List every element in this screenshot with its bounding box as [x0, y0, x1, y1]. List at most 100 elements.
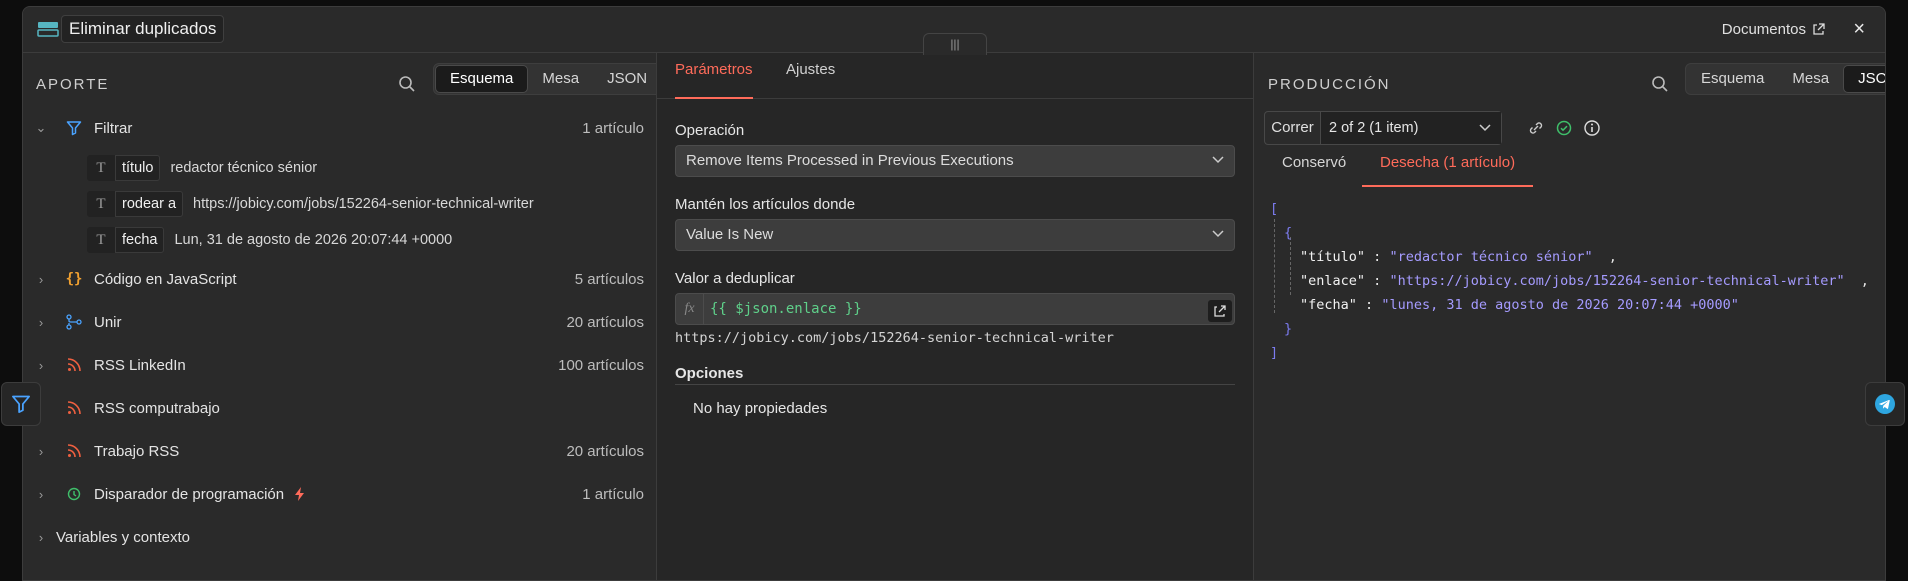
node-title[interactable]: Eliminar duplicados [61, 15, 225, 43]
tree-node-schedule-trigger[interactable]: › Disparador de programación 1 artículo [23, 477, 656, 511]
tree-node-label: RSS computrabajo [94, 399, 220, 417]
filter-side-button[interactable] [1, 382, 41, 426]
item-count: 5 artículos [574, 270, 644, 288]
view-json-button[interactable]: JSON [1843, 65, 1885, 93]
json-guide [1274, 219, 1275, 313]
code-braces-icon: {} [65, 271, 83, 287]
field-name[interactable]: rodear a [115, 191, 184, 217]
output-panel: PRODUCCIÓN Esquema Mesa JSON Correr 2 of… [1254, 53, 1885, 580]
chevron-right-icon[interactable]: › [35, 315, 47, 330]
tree-node-label: Disparador de programación [94, 486, 306, 503]
view-table-button[interactable]: Mesa [1778, 65, 1843, 93]
field-value: https://jobicy.com/jobs/152264-senior-te… [193, 196, 534, 212]
run-value: 2 of 2 (1 item) [1329, 120, 1419, 136]
schema-field[interactable]: T título redactor técnico sénior [87, 153, 317, 183]
tab-settings[interactable]: Ajustes [786, 53, 835, 99]
params-tabs: Parámetros Ajustes [657, 53, 1253, 99]
schema-field[interactable]: T rodear a https://jobicy.com/jobs/15226… [87, 189, 534, 219]
docs-link[interactable]: Documentos [1722, 21, 1825, 38]
tree-node-unir[interactable]: › Unir 20 artículos [23, 305, 656, 339]
chevron-right-icon[interactable]: › [35, 272, 47, 287]
external-link-icon [1813, 23, 1825, 35]
text-type-icon: T [87, 227, 115, 253]
chevron-down-icon [1212, 230, 1224, 238]
search-icon[interactable] [398, 75, 416, 93]
tree-node-trabajo-rss[interactable]: › Trabajo RSS 20 artículos [23, 434, 656, 468]
input-view-toggle: Esquema Mesa JSON [433, 63, 664, 95]
item-count: 20 artículos [566, 442, 644, 460]
operation-select[interactable]: Remove Items Processed in Previous Execu… [675, 145, 1235, 177]
tree-node-label-text: Disparador de programación [94, 485, 285, 503]
run-selector[interactable]: Correr 2 of 2 (1 item) [1264, 111, 1502, 145]
remove-duplicates-icon [37, 22, 59, 37]
success-check-icon [1556, 120, 1572, 136]
dedupe-value-label: Valor a deduplicar [675, 270, 795, 287]
search-icon[interactable] [1651, 75, 1669, 93]
text-type-icon: T [87, 191, 115, 217]
tab-discarded[interactable]: Desecha (1 artículo) [1362, 151, 1534, 187]
json-close-brace: } [1284, 321, 1293, 337]
json-key: "título" [1300, 249, 1366, 265]
tree-node-label: Variables y contexto [56, 528, 190, 546]
item-count: 100 artículos [558, 356, 644, 374]
chevron-right-icon[interactable]: › [35, 358, 47, 373]
tree-node-rss-linkedin[interactable]: › RSS LinkedIn 100 artículos [23, 348, 656, 382]
json-open-brace: { [1284, 225, 1293, 241]
view-table-button[interactable]: Mesa [528, 65, 593, 93]
tree-node-variables[interactable]: › Variables y contexto [23, 520, 656, 554]
divider [675, 384, 1235, 385]
keep-items-select[interactable]: Value Is New [675, 219, 1235, 251]
rss-icon [61, 352, 87, 378]
open-expression-editor-button[interactable] [1208, 300, 1232, 322]
json-line: "fecha" : "lunes, 31 de agosto de 2026 2… [1300, 295, 1739, 315]
chevron-down-icon [1479, 124, 1491, 132]
dedupe-expression-field[interactable]: fx {{ $json.enlace }} [675, 293, 1235, 325]
field-name[interactable]: título [115, 155, 161, 181]
filter-icon [61, 115, 87, 141]
json-colon: : [1373, 249, 1390, 265]
json-open-bracket: [ [1270, 201, 1279, 217]
fx-icon: fx [676, 294, 704, 324]
no-properties-text: No hay propiedades [693, 400, 828, 417]
tab-kept[interactable]: Conservó [1282, 151, 1346, 187]
run-label: Correr [1265, 112, 1321, 144]
chevron-right-icon[interactable]: › [35, 444, 47, 459]
chevron-right-icon[interactable]: › [35, 530, 47, 545]
schema-field[interactable]: T fecha Lun, 31 de agosto de 2026 20:07:… [87, 225, 452, 255]
json-line: "título" : "redactor técnico sénior" , [1300, 247, 1617, 267]
json-comma: , [1860, 273, 1869, 289]
view-schema-button[interactable]: Esquema [1687, 65, 1778, 93]
lightning-icon [295, 486, 305, 501]
telegram-side-button[interactable] [1865, 382, 1905, 426]
merge-icon [61, 309, 87, 335]
chevron-down-icon[interactable]: ⌄ [35, 120, 47, 136]
json-value: "lunes, 31 de agosto de 2026 20:07:44 +0… [1381, 297, 1739, 313]
view-schema-button[interactable]: Esquema [435, 65, 529, 93]
keep-items-value: Value Is New [686, 226, 774, 243]
output-title: PRODUCCIÓN [1268, 76, 1391, 93]
expression-text[interactable]: {{ $json.enlace }} [710, 294, 862, 324]
field-value: Lun, 31 de agosto de 2026 20:07:44 +0000 [174, 232, 453, 248]
tree-node-label: Código en JavaScript [94, 270, 237, 288]
operation-value: Remove Items Processed in Previous Execu… [686, 152, 1014, 169]
field-name[interactable]: fecha [115, 227, 165, 253]
tree-node-rss-computrabajo[interactable]: RSS computrabajo [23, 391, 656, 425]
tree-node-javascript[interactable]: › {} Código en JavaScript 5 artículos [23, 262, 656, 296]
json-colon: : [1365, 297, 1382, 313]
run-select[interactable]: 2 of 2 (1 item) [1321, 112, 1501, 144]
view-json-button[interactable]: JSON [593, 65, 661, 93]
info-icon[interactable] [1583, 119, 1601, 137]
json-key: "fecha" [1300, 297, 1357, 313]
item-count: 1 artículo [582, 485, 644, 503]
rss-icon [61, 438, 87, 464]
close-icon[interactable]: × [1853, 19, 1865, 39]
link-runs-icon[interactable] [1528, 120, 1544, 136]
telegram-icon [1875, 394, 1895, 414]
tree-node-filtrar[interactable]: ⌄ Filtrar 1 artículo [23, 111, 656, 145]
chevron-right-icon[interactable]: › [35, 487, 47, 502]
parameters-panel: Parámetros Ajustes Operación Remove Item… [656, 53, 1254, 580]
tab-parameters[interactable]: Parámetros [675, 53, 753, 99]
drag-handle[interactable]: ||| [923, 33, 987, 55]
json-key: "enlace" [1300, 273, 1366, 289]
options-label: Opciones [675, 365, 744, 382]
